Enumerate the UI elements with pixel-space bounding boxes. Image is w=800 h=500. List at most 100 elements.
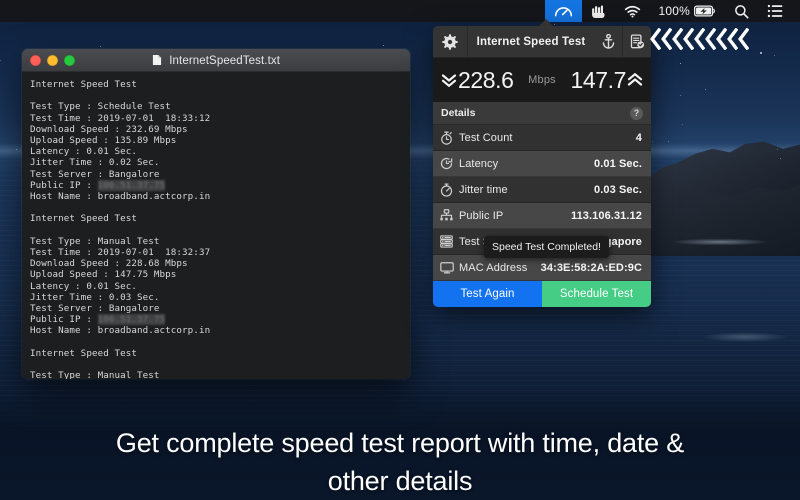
detail-row-label: Jitter time [459, 183, 508, 196]
upload-speed-value: 147.7 [570, 66, 626, 93]
latency-icon [440, 157, 459, 170]
text-line: Download Speed : 232.69 Mbps [30, 123, 188, 135]
text-line: Test Server : Bangalore [30, 168, 160, 180]
report-check-icon [630, 34, 644, 49]
star [680, 95, 681, 96]
text-line: Upload Speed : 147.75 Mbps [30, 269, 177, 281]
panel-pin-button[interactable] [594, 34, 622, 49]
text-line: Download Speed : 228.68 Mbps [30, 258, 188, 270]
surf-line-lower [690, 330, 800, 344]
caption-line-2: other details [327, 466, 473, 496]
details-section-header: Details ? [433, 102, 651, 125]
text-line: Host Name : broadband.actcorp.in [30, 191, 211, 203]
help-icon[interactable]: ? [630, 106, 643, 120]
text-line: Test Type : Schedule Test [30, 101, 171, 113]
redacted-ip: 106.51.37.75 [97, 179, 166, 191]
chevron-left-icon [727, 28, 738, 50]
text-line: Internet Speed Test [30, 213, 137, 225]
text-line: Internet Speed Test [30, 347, 137, 359]
hand-icon [591, 5, 604, 18]
test-again-button[interactable]: Test Again [433, 281, 542, 307]
text-line: Internet Speed Test [30, 79, 137, 90]
detail-row-public-ip[interactable]: Public IP 113.106.31.12 [433, 203, 651, 229]
spotlight-menu-icon[interactable] [725, 0, 758, 22]
upload-indicator [626, 70, 644, 90]
text-editor-content[interactable]: Internet Speed Test Test Type : Schedule… [22, 72, 410, 379]
anchor-icon [602, 34, 614, 49]
server-icon [440, 235, 459, 248]
star [554, 24, 555, 25]
chevron-left-icon [672, 28, 683, 50]
speed-readout: 228.6 Mbps 147.7 [433, 58, 651, 102]
panel-settings-button[interactable] [433, 33, 467, 50]
text-line [30, 359, 410, 370]
star [774, 55, 775, 56]
detail-row-label: Public IP [459, 209, 504, 222]
detail-row-value: 34:3E:58:2A:ED:9C [540, 261, 642, 274]
status-toast: Speed Test Completed! [484, 236, 609, 258]
speed-test-panel: Internet Speed Test 228.6 Mbps 147.7 Det… [433, 26, 651, 307]
search-icon [735, 4, 749, 19]
window-title-bar[interactable]: InternetSpeedTest.txt [22, 49, 410, 72]
schedule-test-button[interactable]: Schedule Test [542, 281, 651, 307]
detail-row-jitter-time[interactable]: Jitter time 0.03 Sec. [433, 177, 651, 203]
detail-row-latency[interactable]: Latency 0.01 Sec. [433, 151, 651, 177]
desktop-screen: 100% InternetSpeedTest.txt Internet Spee… [0, 0, 800, 500]
list-icon [767, 4, 783, 18]
control-center-menu-icon[interactable] [758, 0, 792, 22]
text-line: Public IP : 106.51.37.75 [30, 179, 166, 191]
star [705, 89, 706, 90]
star [780, 158, 781, 159]
text-line: Host Name : broadband.actcorp.in [30, 325, 211, 337]
text-line: Jitter Time : 0.03 Sec. [30, 291, 160, 303]
text-line: Test Type : Manual Test [30, 370, 160, 379]
speedometer-icon [554, 7, 572, 17]
detail-row-label: Test Count [459, 131, 513, 144]
star [777, 149, 778, 150]
promo-caption: Get complete speed test report with time… [0, 424, 800, 500]
star [652, 141, 653, 142]
text-line [30, 337, 410, 348]
chevron-double-up-icon [627, 73, 643, 86]
document-icon [152, 54, 162, 65]
redacted-ip: 106.51.37.75 [97, 314, 166, 326]
panel-header: Internet Speed Test [433, 26, 651, 58]
detail-row-mac-address[interactable]: MAC Address 34:3E:58:2A:ED:9C [433, 255, 651, 281]
chevron-left-icon [716, 28, 727, 50]
text-line: Jitter Time : 0.02 Sec. [30, 157, 160, 169]
battery-menu-item[interactable]: 100% [650, 0, 726, 22]
text-line: Test Time : 2019-07-01 18:32:37 [30, 247, 211, 259]
chevron-left-icon [683, 28, 694, 50]
speed-unit-label: Mbps [528, 74, 556, 86]
download-indicator [440, 70, 458, 90]
window-title-text: InternetSpeedTest.txt [169, 54, 281, 67]
text-line: Test Server : Bangalore [30, 303, 160, 315]
star [0, 60, 1, 61]
hand-menu-icon[interactable] [582, 0, 615, 22]
wifi-menu-icon[interactable] [615, 0, 650, 22]
text-line: Upload Speed : 135.89 Mbps [30, 135, 177, 147]
text-line [30, 202, 410, 213]
chevron-left-icon [738, 28, 749, 50]
network-icon [440, 209, 459, 222]
star [668, 141, 669, 142]
window-title: InternetSpeedTest.txt [22, 54, 410, 67]
star [383, 45, 384, 46]
annotation-arrows [650, 28, 749, 50]
text-line: Test Time : 2019-07-01 18:33:12 [30, 112, 211, 124]
detail-row-label: Latency [459, 157, 499, 170]
caption-line-1: Get complete speed test report with time… [115, 428, 685, 458]
chevron-left-icon [694, 28, 705, 50]
text-editor-window[interactable]: InternetSpeedTest.txt Internet Speed Tes… [22, 49, 410, 379]
star [16, 149, 17, 150]
detail-row-value: 4 [635, 131, 642, 144]
monitor-icon [440, 261, 459, 274]
detail-row-label: MAC Address [459, 261, 528, 274]
battery-percent-label: 100% [658, 4, 690, 18]
macos-menu-bar: 100% [0, 0, 800, 22]
detail-row-test-count[interactable]: Test Count 4 [433, 125, 651, 151]
panel-report-button[interactable] [623, 34, 651, 49]
gear-icon [442, 33, 458, 50]
jitter-icon [440, 182, 459, 197]
text-line: Test Type : Manual Test [30, 235, 160, 247]
